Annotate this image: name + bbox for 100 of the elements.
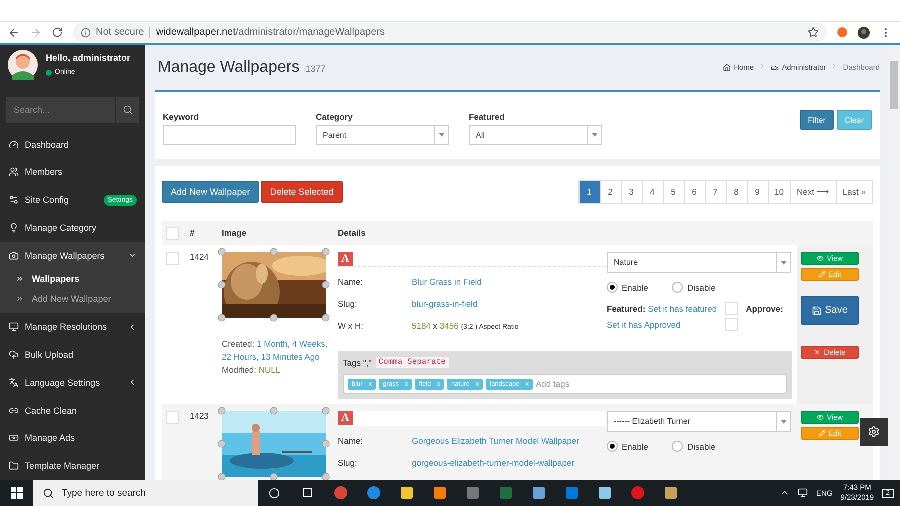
computer-icon[interactable] — [532, 486, 546, 500]
page-title: Manage Wallpapers — [158, 58, 300, 76]
pencil-icon — [818, 430, 826, 437]
save-button[interactable]: Save — [801, 296, 859, 325]
featured-text: Featured: Set it has featured — [607, 304, 718, 314]
windows-logo-icon[interactable] — [10, 487, 22, 499]
field-label: Slug: — [338, 458, 358, 468]
select-all-checkbox[interactable] — [166, 226, 179, 240]
greeting-text: Hello, administrator — [46, 53, 131, 63]
link-icon — [9, 406, 19, 416]
chevron-right-icon — [831, 63, 838, 70]
extension-icon[interactable] — [837, 27, 848, 38]
featured-checkbox[interactable] — [725, 302, 738, 315]
caret-icon — [438, 133, 444, 137]
text-format-icon: A — [338, 252, 353, 266]
name-link[interactable]: Blur Grass in Field — [412, 277, 606, 287]
sidebar-item[interactable]: Language Settings — [0, 369, 145, 397]
row-checkbox[interactable] — [166, 411, 179, 424]
network-icon[interactable] — [798, 488, 808, 498]
gear-icon — [868, 426, 880, 438]
address-field[interactable]: Not secure widewallpaper.net/administrator/manageWallpapers — [73, 23, 827, 42]
circle-icon[interactable] — [269, 488, 280, 498]
filter-button[interactable]: Filter — [800, 110, 834, 130]
approve-link[interactable]: Set it has Approved — [607, 320, 718, 330]
home-icon — [723, 64, 732, 72]
sidebar-item[interactable]: Manage Category — [0, 214, 145, 242]
delete-selected-button[interactable]: Delete Selected — [261, 181, 343, 203]
caret-icon — [780, 420, 786, 424]
filter-label: Category — [316, 112, 354, 122]
double-chevron-icon — [16, 295, 24, 304]
notepad-icon[interactable] — [598, 486, 612, 500]
url-text: widewallpaper.net/administrator/manageWallpapers — [149, 27, 385, 38]
lightbulb-icon — [9, 222, 19, 233]
reload-icon[interactable] — [52, 27, 63, 38]
status-radio[interactable]: Enable — [607, 282, 648, 293]
wallpaper-count: 1377 — [306, 64, 326, 74]
keyword-field[interactable] — [163, 125, 296, 145]
security-label: Not secure — [96, 27, 144, 38]
sidebar-item[interactable]: Manage Wallpapers — [0, 242, 145, 270]
browser-icon[interactable] — [630, 486, 644, 500]
column-header: Image — [222, 228, 248, 238]
filter-label: Featured — [469, 112, 506, 122]
row-id: 1423 — [190, 411, 210, 423]
column-header: # — [190, 228, 196, 238]
task-view-icon[interactable] — [302, 488, 314, 498]
star-icon[interactable] — [808, 27, 819, 38]
settings-button[interactable] — [860, 418, 888, 446]
sidebar-item[interactable]: Manage Ads — [0, 424, 145, 452]
status-radio[interactable]: Enable — [607, 441, 648, 452]
sidebar-item[interactable]: Manage Resolutions — [0, 313, 145, 342]
filter-select[interactable]: All — [469, 125, 602, 145]
status-dot — [46, 70, 52, 76]
calculator-icon[interactable] — [466, 486, 480, 500]
scrollbar[interactable] — [888, 45, 900, 480]
eye-icon — [816, 414, 824, 421]
field-label: W x H: — [338, 321, 364, 331]
users-icon — [9, 167, 19, 178]
spreadsheet-icon[interactable] — [498, 486, 512, 500]
taskbar-search-field[interactable]: Type here to search — [33, 480, 258, 506]
browser-icon[interactable] — [334, 486, 348, 500]
sidebar-item[interactable]: Bulk Upload — [0, 341, 145, 369]
row-checkbox[interactable] — [166, 252, 179, 265]
add-wallpaper-button[interactable]: Add New Wallpaper — [162, 181, 260, 203]
sidebar-item[interactable]: Cache Clean — [0, 396, 145, 425]
created-text: Created: 1 Month, 4 Weeks, 22 Hours, 13 Minutes Ago Modified: NULL — [222, 338, 329, 377]
monitor-icon — [9, 322, 19, 332]
slug-link[interactable]: blur-grass-in-field — [412, 299, 606, 309]
sidebar-item[interactable]: Members — [0, 158, 145, 186]
car-icon — [771, 64, 780, 72]
profile-avatar-icon[interactable] — [858, 26, 870, 38]
text-format-icon: A — [338, 411, 353, 425]
close-icon — [814, 349, 822, 356]
save-icon — [812, 306, 822, 316]
caret-icon — [780, 260, 786, 264]
chevron-right-icon — [759, 63, 766, 70]
category-select[interactable]: Nature — [607, 252, 791, 273]
folder-icon[interactable] — [400, 486, 414, 500]
page-link[interactable]: 1 — [578, 181, 600, 203]
search-icon[interactable] — [122, 104, 132, 115]
double-chevron-icon — [16, 275, 24, 284]
field-label: Name: — [338, 436, 364, 446]
sidebar-item[interactable]: Template Manager — [0, 452, 145, 480]
category-select[interactable]: ------ Elizabeth Turner — [607, 411, 791, 432]
browser-icon[interactable] — [366, 486, 380, 500]
cloud-upload-icon — [9, 350, 19, 360]
submenu-item[interactable]: Add New Wallpaper — [0, 289, 145, 310]
app-icon[interactable] — [432, 486, 446, 500]
filter-select[interactable]: Parent — [316, 125, 449, 145]
info-icon — [81, 28, 91, 38]
banknote-icon — [9, 433, 19, 444]
submenu-item[interactable]: Wallpapers — [0, 269, 145, 290]
status-radio[interactable]: Disable — [672, 282, 716, 293]
back-icon[interactable] — [8, 26, 20, 38]
row-id: 1424 — [190, 252, 210, 264]
paint-icon[interactable] — [664, 486, 678, 500]
status-radio[interactable]: Disable — [672, 441, 716, 452]
store-icon[interactable] — [564, 486, 578, 500]
sidebar-item[interactable]: Dashboard — [0, 130, 145, 158]
approve-checkbox[interactable] — [725, 318, 738, 331]
tags-label: Tags "," — [343, 358, 372, 368]
